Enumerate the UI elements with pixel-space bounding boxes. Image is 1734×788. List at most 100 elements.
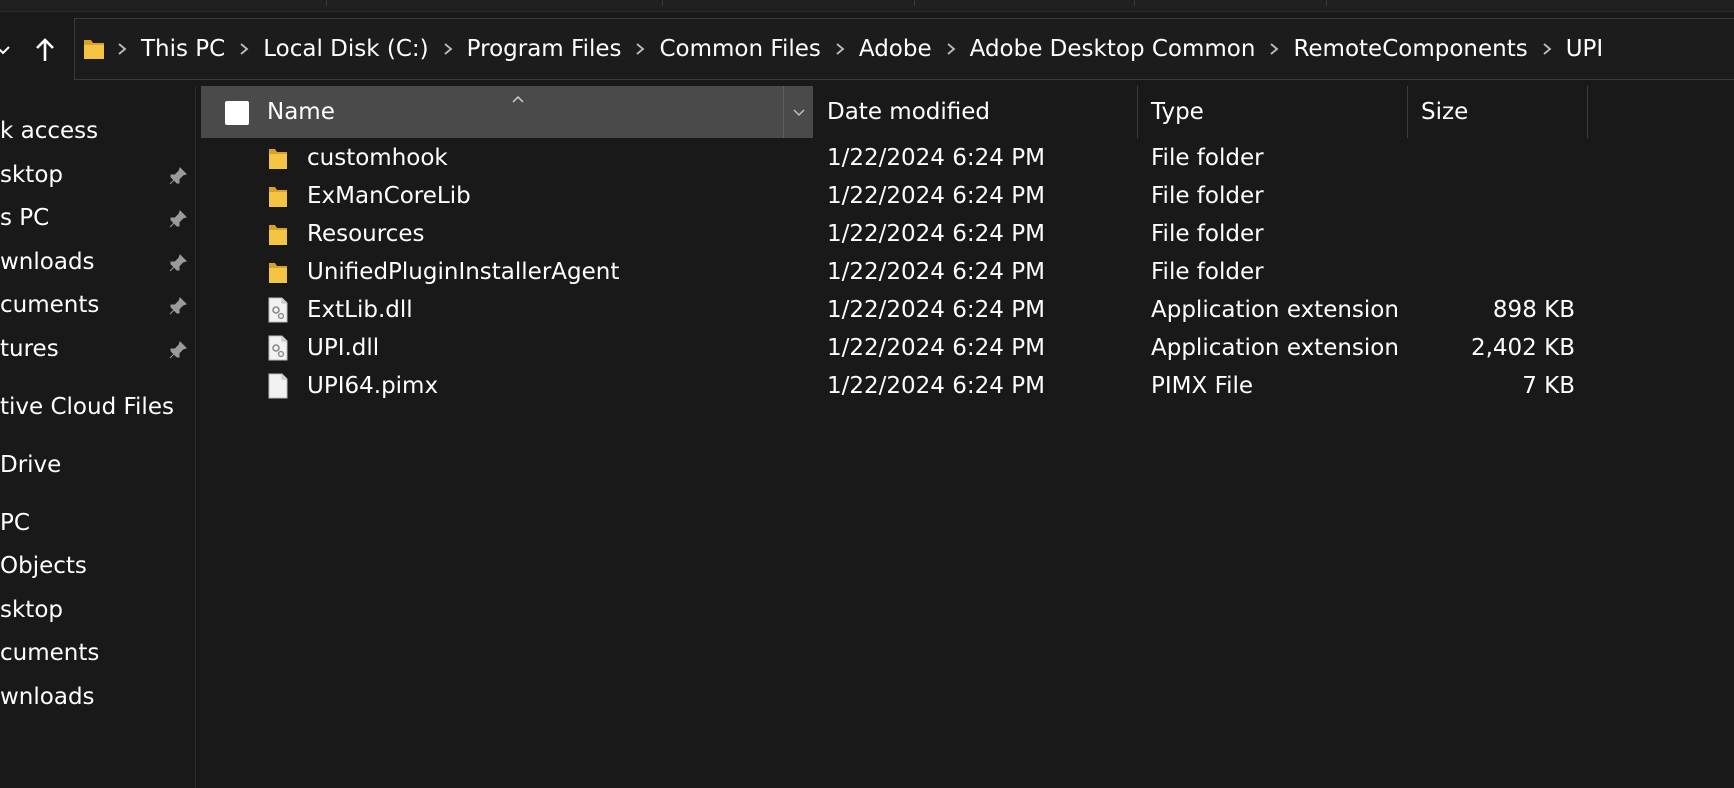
sidebar-item[interactable]: Objects <box>0 547 195 587</box>
file-type: PIMX File <box>1151 373 1254 399</box>
file-type: File folder <box>1151 183 1264 209</box>
file-row[interactable]: Resources 1/22/2024 6:24 PM File folder <box>201 214 1701 256</box>
column-header-name[interactable]: Name <box>201 86 813 138</box>
address-bar[interactable]: This PC Local Disk (C:) Program Files Commo… <box>74 18 1734 80</box>
navigation-bar: This PC Local Disk (C:) Program Files Commo… <box>0 12 1734 86</box>
pin-icon[interactable] <box>168 296 188 322</box>
file-row[interactable]: UnifiedPluginInstallerAgent 1/22/2024 6:2… <box>201 252 1701 294</box>
file-name: UPI64.pimx <box>307 373 439 399</box>
breadcrumb-chevron-icon[interactable] <box>231 42 257 56</box>
breadcrumb-item[interactable]: Adobe <box>853 36 938 62</box>
breadcrumb-chevron-icon[interactable] <box>1261 42 1287 56</box>
file-name: Resources <box>307 221 425 247</box>
file-name: ExtLib.dll <box>307 297 413 323</box>
sidebar-item-label: Drive <box>0 452 62 478</box>
ribbon-divider <box>326 0 327 6</box>
sidebar-item[interactable]: Drive <box>0 446 195 486</box>
file-name: ExManCoreLib <box>307 183 471 209</box>
folder-icon <box>267 183 289 209</box>
dll-file-icon <box>267 297 289 323</box>
breadcrumb-chevron-icon[interactable] <box>1534 42 1560 56</box>
file-row[interactable]: ExManCoreLib 1/22/2024 6:24 PM File folder <box>201 176 1701 218</box>
select-all-checkbox[interactable] <box>225 101 249 125</box>
ribbon-divider <box>662 0 663 6</box>
sidebar-item-label: sktop <box>0 597 63 623</box>
column-filter-dropdown[interactable] <box>783 86 813 138</box>
file-name: customhook <box>307 145 448 171</box>
ribbon-divider <box>1134 0 1135 6</box>
file-row[interactable]: ExtLib.dll 1/22/2024 6:24 PM Application e… <box>201 290 1701 332</box>
dll-file-icon <box>267 335 289 361</box>
file-row[interactable]: UPI.dll 1/22/2024 6:24 PM Application exte… <box>201 328 1701 370</box>
column-resize-handle[interactable] <box>1587 86 1588 138</box>
sidebar-item-label: cuments <box>0 292 100 318</box>
breadcrumb-item[interactable]: Adobe Desktop Common <box>964 36 1262 62</box>
ribbon-divider <box>914 0 915 6</box>
sidebar-item-label: tures <box>0 336 59 362</box>
breadcrumb-chevron-icon[interactable] <box>109 42 135 56</box>
file-type: File folder <box>1151 145 1264 171</box>
folder-icon <box>267 145 289 171</box>
file-list-view: Name Date modified Type Size customhook 1… <box>197 86 1734 788</box>
sidebar-item-label: s PC <box>0 205 50 231</box>
file-date-modified: 1/22/2024 6:24 PM <box>827 183 1045 209</box>
file-size: 898 KB <box>1492 297 1575 323</box>
file-date-modified: 1/22/2024 6:24 PM <box>827 297 1045 323</box>
breadcrumb-chevron-icon[interactable] <box>938 42 964 56</box>
file-size: 2,402 KB <box>1470 335 1575 361</box>
arrow-up-icon <box>36 38 54 61</box>
file-type: Application extension <box>1151 335 1399 361</box>
up-button[interactable] <box>28 32 62 68</box>
breadcrumb-item[interactable]: UPI <box>1560 36 1610 62</box>
sidebar-item[interactable]: sktop <box>0 591 195 631</box>
breadcrumb-item[interactable]: Program Files <box>461 36 628 62</box>
breadcrumb-item[interactable]: This PC <box>135 36 231 62</box>
breadcrumb-chevron-icon[interactable] <box>827 42 853 56</box>
breadcrumb-item[interactable]: Common Files <box>653 36 826 62</box>
breadcrumb-chevron-icon[interactable] <box>627 42 653 56</box>
sidebar-item[interactable]: tures <box>0 330 195 370</box>
file-date-modified: 1/22/2024 6:24 PM <box>827 221 1045 247</box>
recent-locations-button[interactable] <box>0 32 20 68</box>
file-row[interactable]: customhook 1/22/2024 6:24 PM File folder <box>201 138 1701 180</box>
sidebar-item-label: tive Cloud Files <box>0 394 174 420</box>
sidebar-item[interactable]: cuments <box>0 634 195 674</box>
column-header-size-label: Size <box>1421 99 1469 125</box>
breadcrumb-item[interactable]: Local Disk (C:) <box>257 36 434 62</box>
column-header-name-label: Name <box>267 99 335 125</box>
sidebar-item-label: wnloads <box>0 249 95 275</box>
sidebar-item-label: PC <box>0 510 30 536</box>
file-name: UnifiedPluginInstallerAgent <box>307 259 620 285</box>
column-headers: Name Date modified Type Size <box>201 86 1701 138</box>
sidebar-item[interactable]: PC <box>0 504 195 544</box>
column-header-type-label: Type <box>1151 99 1204 125</box>
file-row[interactable]: UPI64.pimx 1/22/2024 6:24 PM PIMX File 7 KB <box>201 366 1701 408</box>
folder-icon <box>267 221 289 247</box>
sort-ascending-icon <box>511 84 525 110</box>
column-header-size[interactable]: Size <box>1407 86 1587 138</box>
sidebar-item[interactable]: s PC <box>0 199 195 239</box>
folder-icon <box>81 37 109 61</box>
pin-icon[interactable] <box>168 253 188 279</box>
sidebar-item-label: cuments <box>0 640 100 666</box>
sidebar-item[interactable]: wnloads <box>0 243 195 283</box>
sidebar-item[interactable]: k access <box>0 112 195 152</box>
file-type: Application extension <box>1151 297 1399 323</box>
navigation-pane: k access sktop s PC wnloads cuments tures tive… <box>0 86 196 788</box>
column-header-type[interactable]: Type <box>1137 86 1407 138</box>
pin-icon[interactable] <box>168 209 188 235</box>
file-date-modified: 1/22/2024 6:24 PM <box>827 145 1045 171</box>
pin-icon[interactable] <box>168 166 188 192</box>
sidebar-item-label: sktop <box>0 162 63 188</box>
sidebar-item[interactable]: tive Cloud Files <box>0 388 195 428</box>
sidebar-item-label: Objects <box>0 553 87 579</box>
sidebar-item[interactable]: cuments <box>0 286 195 326</box>
breadcrumb-chevron-icon[interactable] <box>435 42 461 56</box>
sidebar-item[interactable]: wnloads <box>0 678 195 718</box>
column-header-date-modified[interactable]: Date modified <box>813 86 1137 138</box>
pin-icon[interactable] <box>168 340 188 366</box>
file-type: File folder <box>1151 221 1264 247</box>
sidebar-item[interactable]: sktop <box>0 156 195 196</box>
file-size: 7 KB <box>1522 373 1575 399</box>
breadcrumb-item[interactable]: RemoteComponents <box>1287 36 1533 62</box>
